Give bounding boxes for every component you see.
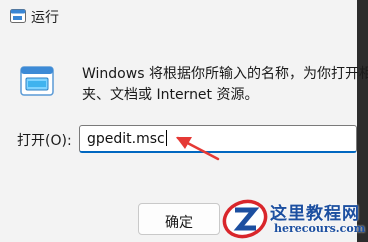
watermark-title: 这里教程网 xyxy=(270,204,360,224)
watermark-logo-icon xyxy=(222,199,268,239)
watermark-url: herecours.com xyxy=(274,222,366,235)
watermark: 这里教程网 herecours.com xyxy=(220,196,368,242)
